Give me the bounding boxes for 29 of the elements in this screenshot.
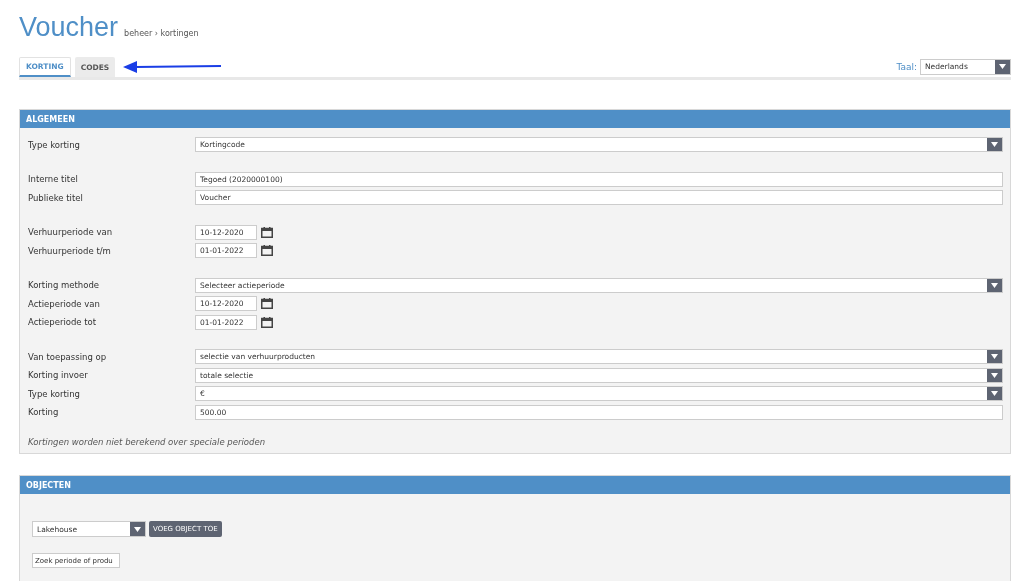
calendar-icon[interactable] [261,245,273,257]
field-label: Type korting [28,388,82,399]
caret-icon [987,350,1002,364]
field-label: Actieperiode tot [28,317,98,328]
field-label: Type korting [28,139,82,150]
caret-icon [995,59,1010,74]
field-label: Verhuurperiode t/m [28,245,112,256]
field-label: Publieke titel [28,192,84,203]
field-label: Korting invoer [28,370,89,381]
language-label: Taal: [896,61,917,72]
breadcrumb: beheer › kortingen [124,29,199,38]
field-label: Korting methode [28,280,101,291]
field-label: Actieperiode van [28,298,101,309]
field-label: Korting [28,407,60,418]
field-label: Van toepassing op [28,351,108,362]
field-label: Interne titel [28,174,79,185]
caret-icon [987,138,1002,152]
panel-header: OBJECTEN [20,476,1010,494]
calendar-icon[interactable] [261,298,273,310]
panel-header: ALGEMEEN [20,110,1010,128]
caret-icon [130,522,145,536]
note-text: Kortingen worden niet berekend over speciale perioden [28,437,267,447]
caret-icon [987,278,1002,292]
field-label: Verhuurperiode van [28,227,114,238]
caret-icon [987,387,1002,401]
caret-icon [987,368,1002,382]
calendar-icon[interactable] [261,316,273,328]
calendar-icon[interactable] [261,226,273,238]
page-title: Voucher [19,12,119,43]
